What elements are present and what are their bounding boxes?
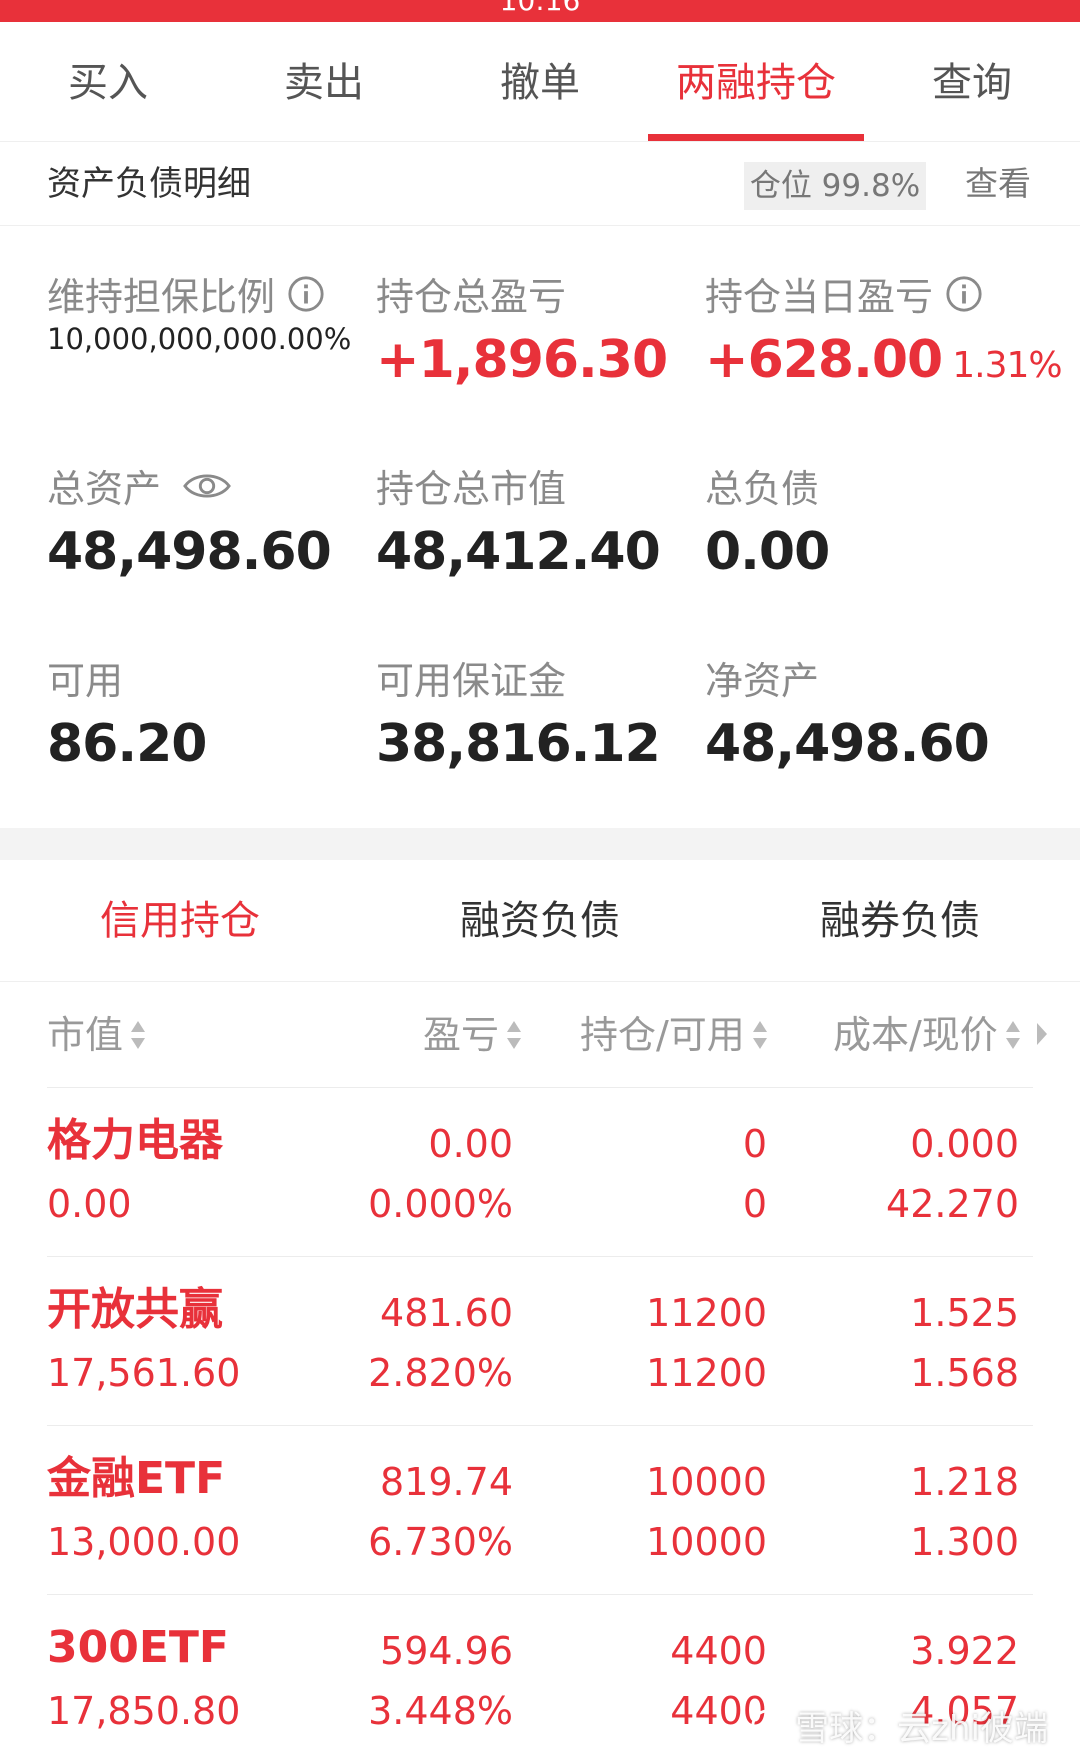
stock-available: 10000	[646, 1520, 767, 1564]
metric-market-value: 持仓总市值 48,412.40	[376, 418, 706, 608]
tab-margin-positions[interactable]: 两融持仓	[648, 22, 864, 141]
metric-label: 总负债	[705, 467, 820, 511]
metric-daily-pnl: 持仓当日盈亏 +628.00 1.31%	[705, 226, 1065, 416]
table-row[interactable]: 开放共赢 17,561.60 481.60 2.820% 11200 11200…	[47, 1258, 1033, 1426]
stock-pnl-percent: 3.448%	[368, 1689, 513, 1733]
column-label: 持仓/可用	[580, 1013, 745, 1057]
stock-price: 42.270	[886, 1182, 1019, 1226]
sort-icon	[1005, 1021, 1020, 1049]
stock-pnl-percent: 0.000%	[368, 1182, 513, 1226]
metric-value: 38,816.12	[376, 714, 661, 774]
metric-value: 10,000,000,000.00%	[47, 322, 352, 356]
stock-pnl-percent: 2.820%	[368, 1351, 513, 1395]
stock-price: 1.568	[910, 1351, 1019, 1395]
metric-total-liability: 总负债 0.00	[705, 418, 1035, 608]
metric-label: 持仓当日盈亏	[705, 275, 934, 319]
column-holding-available[interactable]: 持仓/可用	[580, 982, 769, 1088]
main-tabs: 买入 卖出 撤单 两融持仓 查询	[0, 22, 1080, 142]
metric-label: 可用	[47, 659, 124, 703]
column-market-value[interactable]: 市值	[47, 982, 147, 1088]
metric-label: 净资产	[705, 659, 820, 703]
stock-available: 0	[742, 1182, 767, 1226]
stock-cost: 3.922	[910, 1629, 1019, 1673]
metric-label: 总资产	[47, 467, 162, 511]
watermark-text: 雪球：云zhi彼端	[795, 1709, 1048, 1749]
metric-value: +628.00	[705, 330, 943, 390]
stock-name: 格力电器	[47, 1115, 223, 1166]
assets-title: 资产负债明细	[47, 164, 251, 204]
stock-market-value: 17,561.60	[47, 1351, 241, 1395]
chevron-right-icon[interactable]	[1035, 1021, 1049, 1047]
tab-cancel-order[interactable]: 撤单	[432, 22, 648, 141]
metric-maintenance-ratio: 维持担保比例 10,000,000,000.00%	[47, 226, 377, 416]
table-header: 市值 盈亏 持仓/可用 成本/现价	[47, 982, 1047, 1088]
info-icon[interactable]	[287, 275, 325, 313]
stock-market-value: 0.00	[47, 1182, 132, 1226]
metric-value: 48,412.40	[376, 522, 661, 582]
stock-holding: 0	[742, 1122, 767, 1166]
sort-icon	[507, 1021, 522, 1049]
metric-label: 可用保证金	[376, 659, 567, 703]
metric-available-margin: 可用保证金 38,816.12	[376, 610, 706, 800]
metrics-grid: 维持担保比例 10,000,000,000.00% 持仓总盈亏 +1,896.3…	[0, 226, 1080, 826]
column-label: 市值	[47, 1013, 124, 1057]
stock-holding: 10000	[646, 1460, 767, 1504]
stock-pnl: 819.74	[380, 1460, 513, 1504]
stock-pnl: 0.00	[428, 1122, 513, 1166]
metric-value: 86.20	[47, 714, 207, 774]
column-label: 成本/现价	[833, 1013, 998, 1057]
stock-market-value: 17,850.80	[47, 1689, 241, 1733]
column-pnl[interactable]: 盈亏	[423, 982, 523, 1088]
column-label: 盈亏	[423, 1013, 500, 1057]
status-time: 10:16	[499, 0, 581, 17]
stock-name: 300ETF	[47, 1622, 229, 1673]
table-row[interactable]: 金融ETF 13,000.00 819.74 6.730% 10000 1000…	[47, 1427, 1033, 1595]
sort-icon	[131, 1021, 146, 1049]
stock-cost: 1.218	[910, 1460, 1019, 1504]
view-details-link[interactable]: 查看	[965, 142, 1031, 226]
stock-price: 1.300	[910, 1520, 1019, 1564]
sort-icon	[752, 1021, 767, 1049]
section-divider	[0, 828, 1080, 860]
stock-name: 开放共赢	[47, 1284, 223, 1335]
status-bar: 10:16	[0, 0, 1080, 22]
metric-label: 持仓总市值	[376, 467, 567, 511]
stock-cost: 0.000	[910, 1122, 1019, 1166]
tab-sell[interactable]: 卖出	[216, 22, 432, 141]
metric-net-assets: 净资产 48,498.60	[705, 610, 1035, 800]
metric-value: 0.00	[705, 522, 830, 582]
tab-financing-liability[interactable]: 融资负债	[360, 860, 720, 981]
stock-pnl-percent: 6.730%	[368, 1520, 513, 1564]
stock-market-value: 13,000.00	[47, 1520, 241, 1564]
metric-percent: 1.31%	[952, 345, 1062, 386]
snowball-logo-icon	[751, 1708, 785, 1743]
metric-total-pnl: 持仓总盈亏 +1,896.30	[376, 226, 706, 416]
metric-value: 48,498.60	[47, 522, 332, 582]
stock-available: 11200	[646, 1351, 767, 1395]
stock-holding: 11200	[646, 1291, 767, 1335]
stock-holding: 4400	[670, 1629, 767, 1673]
metric-value: +1,896.30	[376, 330, 668, 390]
metric-total-assets: 总资产 48,498.60	[47, 418, 377, 608]
tab-credit-positions[interactable]: 信用持仓	[0, 860, 360, 981]
position-ratio-badge: 仓位 99.8%	[744, 162, 926, 210]
tab-buy[interactable]: 买入	[0, 22, 216, 141]
stock-name: 金融ETF	[47, 1453, 226, 1504]
table-row[interactable]: 格力电器 0.00 0.00 0.000% 0 0 0.000 42.270	[47, 1089, 1033, 1257]
info-icon[interactable]	[945, 275, 983, 313]
metric-available: 可用 86.20	[47, 610, 377, 800]
metric-value: 48,498.60	[705, 714, 990, 774]
stock-pnl: 594.96	[380, 1629, 513, 1673]
metric-label: 持仓总盈亏	[376, 275, 567, 319]
position-subtabs: 信用持仓 融资负债 融券负债	[0, 860, 1080, 982]
stock-pnl: 481.60	[380, 1291, 513, 1335]
tab-query[interactable]: 查询	[864, 22, 1080, 141]
tab-securities-lending-liability[interactable]: 融券负债	[720, 860, 1080, 981]
metric-label: 维持担保比例	[47, 275, 276, 319]
eye-icon[interactable]	[183, 469, 231, 503]
stock-cost: 1.525	[910, 1291, 1019, 1335]
assets-header: 资产负债明细 仓位 99.8% 查看	[0, 142, 1080, 226]
column-cost-price[interactable]: 成本/现价	[833, 982, 1022, 1088]
watermark: 雪球：云zhi彼端	[749, 1701, 1048, 1750]
